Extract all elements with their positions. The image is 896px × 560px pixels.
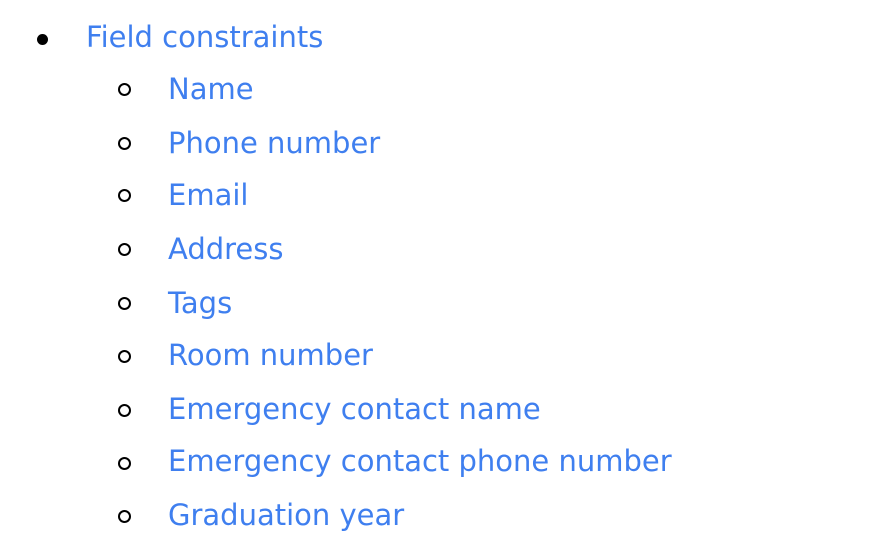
- disc-bullet-icon: [37, 34, 48, 45]
- toc-link-room-number[interactable]: Room number: [168, 337, 373, 373]
- circle-bullet-icon: [118, 510, 131, 523]
- table-of-contents: Field constraints Name Phone number Emai…: [0, 0, 896, 560]
- circle-bullet-icon: [118, 243, 131, 256]
- toc-link-graduation-year[interactable]: Graduation year: [168, 497, 404, 533]
- toc-link-tags[interactable]: Tags: [168, 285, 232, 321]
- circle-bullet-icon: [118, 297, 131, 310]
- toc-link-phone-number[interactable]: Phone number: [168, 125, 380, 161]
- circle-bullet-icon: [118, 189, 131, 202]
- toc-link-field-constraints[interactable]: Field constraints: [86, 19, 323, 55]
- toc-link-name[interactable]: Name: [168, 71, 254, 107]
- circle-bullet-icon: [118, 83, 131, 96]
- circle-bullet-icon: [118, 137, 131, 150]
- toc-link-emergency-contact-name[interactable]: Emergency contact name: [168, 391, 541, 427]
- circle-bullet-icon: [118, 457, 131, 470]
- toc-link-address[interactable]: Address: [168, 231, 284, 267]
- toc-link-email[interactable]: Email: [168, 177, 248, 213]
- circle-bullet-icon: [118, 350, 131, 363]
- toc-link-emergency-contact-phone-number[interactable]: Emergency contact phone number: [168, 443, 672, 479]
- circle-bullet-icon: [118, 404, 131, 417]
